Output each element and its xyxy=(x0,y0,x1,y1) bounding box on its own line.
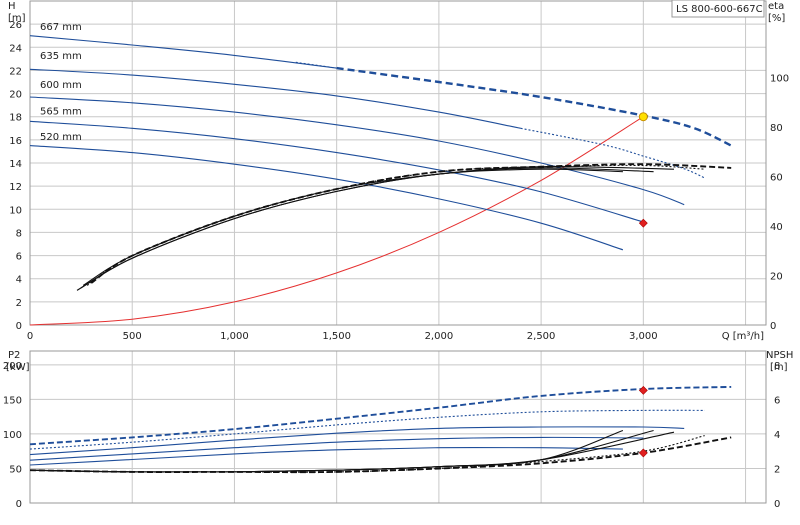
y-tick-label-head-2: 2 xyxy=(16,298,22,309)
y-tick-label-head-0: 0 xyxy=(16,321,22,332)
y-tick-label-eta-80: 80 xyxy=(770,123,783,134)
y-tick-label-head-8: 8 xyxy=(16,228,22,239)
y-tick-label-npsh-0: 0 xyxy=(774,499,780,510)
power-curve-3 xyxy=(29,426,685,456)
impeller-label-565-mm: 565 mm xyxy=(40,107,82,118)
y-tick-label-head-12: 12 xyxy=(9,182,22,193)
y-tick-label-power-100: 100 xyxy=(3,430,22,441)
y-tick-label-eta-20: 20 xyxy=(770,272,783,283)
eta-axis-title: eta xyxy=(768,1,784,12)
y-tick-label-eta-40: 40 xyxy=(770,222,783,233)
curve-layer xyxy=(29,35,732,474)
npsh-curve-1 xyxy=(29,429,624,473)
model-label-box: LS 800-600-667C xyxy=(671,0,765,18)
y-tick-label-eta-60: 60 xyxy=(770,173,783,184)
impeller-label-520-mm: 520 mm xyxy=(40,132,82,143)
duty-point-marker xyxy=(638,112,648,122)
power-curve-1 xyxy=(29,385,732,446)
y-tick-label-eta-0: 0 xyxy=(770,321,776,332)
y-tick-label-eta-100: 100 xyxy=(770,74,789,85)
head-curve-635-mm xyxy=(29,68,521,129)
x-tick-label-500: 500 xyxy=(123,331,142,342)
pump-performance-chart: 0 2 4 6 8 10 12 14 16 18 20 22 24 26 0 20 40 60 80 100 0 500 1… xyxy=(0,0,800,520)
x-tick-label-3000: 3,000 xyxy=(629,331,658,342)
power-axis-title: P2 xyxy=(8,350,20,361)
y-tick-label-power-0: 0 xyxy=(16,499,22,510)
chart-canvas: 024681012141618202224260204060801000 500 1… xyxy=(3,0,793,510)
y-tick-label-head-10: 10 xyxy=(9,205,22,216)
impeller-label-600-mm: 600 mm xyxy=(40,80,82,91)
x-tick-label-2000: 2,000 xyxy=(425,331,454,342)
y-tick-label-head-14: 14 xyxy=(9,159,22,170)
y-tick-label-head-16: 16 xyxy=(9,136,22,147)
eta-axis-unit: [%] xyxy=(768,13,785,24)
impeller-label-635-mm: 635 mm xyxy=(40,51,82,62)
power-axis-unit: [kW] xyxy=(6,362,30,373)
npsh-axis-unit: [m] xyxy=(770,362,788,373)
npsh-axis-title: NPSH xyxy=(766,350,793,361)
y-tick-label-head-20: 20 xyxy=(9,90,22,101)
y-tick-label-head-6: 6 xyxy=(16,252,22,263)
y-tick-label-head-18: 18 xyxy=(9,113,22,124)
npsh-operating-marker xyxy=(638,448,648,458)
impeller-label-667-mm: 667 mm xyxy=(40,22,82,33)
efficiency-curve-5 xyxy=(90,163,732,284)
y-tick-label-power-50: 50 xyxy=(9,464,22,475)
x-tick-label-1500: 1,500 xyxy=(322,331,351,342)
model-label: LS 800-600-667C xyxy=(676,4,763,15)
x-tick-label-1000: 1,000 xyxy=(220,331,249,342)
efficiency-curve-3 xyxy=(82,166,675,286)
flow-axis-title: Q [m³/h] xyxy=(722,331,764,342)
y-tick-label-npsh-2: 2 xyxy=(774,464,780,475)
head-axis-title: H xyxy=(8,1,16,12)
y-tick-label-npsh-6: 6 xyxy=(774,395,780,406)
efficiency-operating-marker xyxy=(638,218,648,228)
y-tick-label-power-150: 150 xyxy=(3,395,22,406)
npsh-curve-2 xyxy=(29,429,654,473)
power-operating-marker xyxy=(638,385,648,395)
y-tick-label-head-24: 24 xyxy=(9,43,22,54)
head-axis-unit: [m] xyxy=(8,13,26,24)
x-tick-label-2500: 2,500 xyxy=(527,331,556,342)
efficiency-curve-4 xyxy=(86,164,705,286)
y-tick-label-head-4: 4 xyxy=(16,275,22,286)
x-tick-label-0: 0 xyxy=(27,331,33,342)
y-tick-label-npsh-4: 4 xyxy=(774,430,780,441)
y-tick-label-head-22: 22 xyxy=(9,66,22,77)
head-curve-600-mm xyxy=(29,96,685,206)
